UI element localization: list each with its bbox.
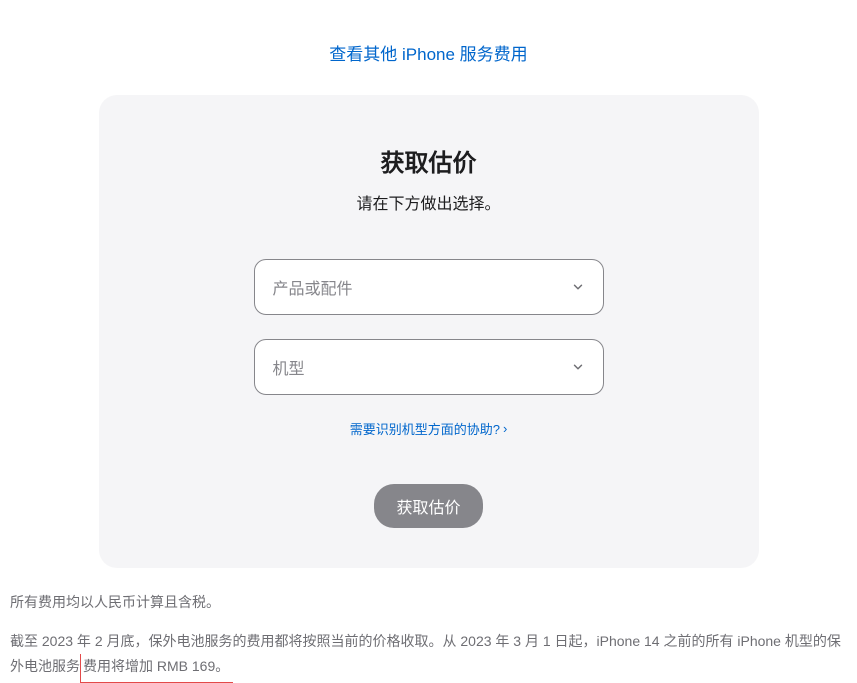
chevron-down-icon (571, 360, 585, 374)
footer-note-currency: 所有费用均以人民币计算且含税。 (10, 590, 847, 615)
help-link-label: 需要识别机型方面的协助? (350, 419, 500, 438)
footer-area: 所有费用均以人民币计算且含税。 截至 2023 年 2 月底，保外电池服务的费用… (0, 568, 857, 683)
card-subtitle: 请在下方做出选择。 (139, 190, 719, 214)
select-model-placeholder: 机型 (273, 355, 305, 379)
get-estimate-button[interactable]: 获取估价 (374, 484, 482, 528)
other-services-link[interactable]: 查看其他 iPhone 服务费用 (329, 45, 527, 64)
chevron-right-icon: › (503, 421, 507, 436)
top-link-row: 查看其他 iPhone 服务费用 (0, 0, 857, 95)
help-row: 需要识别机型方面的协助? › (139, 419, 719, 439)
identify-model-help-link[interactable]: 需要识别机型方面的协助? › (350, 419, 508, 438)
select-product-wrap: 产品或配件 (254, 259, 604, 315)
select-product-placeholder: 产品或配件 (273, 275, 353, 299)
card-title: 获取估价 (139, 143, 719, 178)
select-model-wrap: 机型 (254, 339, 604, 395)
chevron-down-icon (571, 280, 585, 294)
select-product[interactable]: 产品或配件 (254, 259, 604, 315)
estimate-card: 获取估价 请在下方做出选择。 产品或配件 机型 需要识别机型方面的协助? › 获… (99, 95, 759, 568)
footer-note-price-change: 截至 2023 年 2 月底，保外电池服务的费用都将按照当前的价格收取。从 20… (10, 629, 847, 682)
footer-highlight: 费用将增加 RMB 169。 (80, 654, 233, 682)
select-model[interactable]: 机型 (254, 339, 604, 395)
